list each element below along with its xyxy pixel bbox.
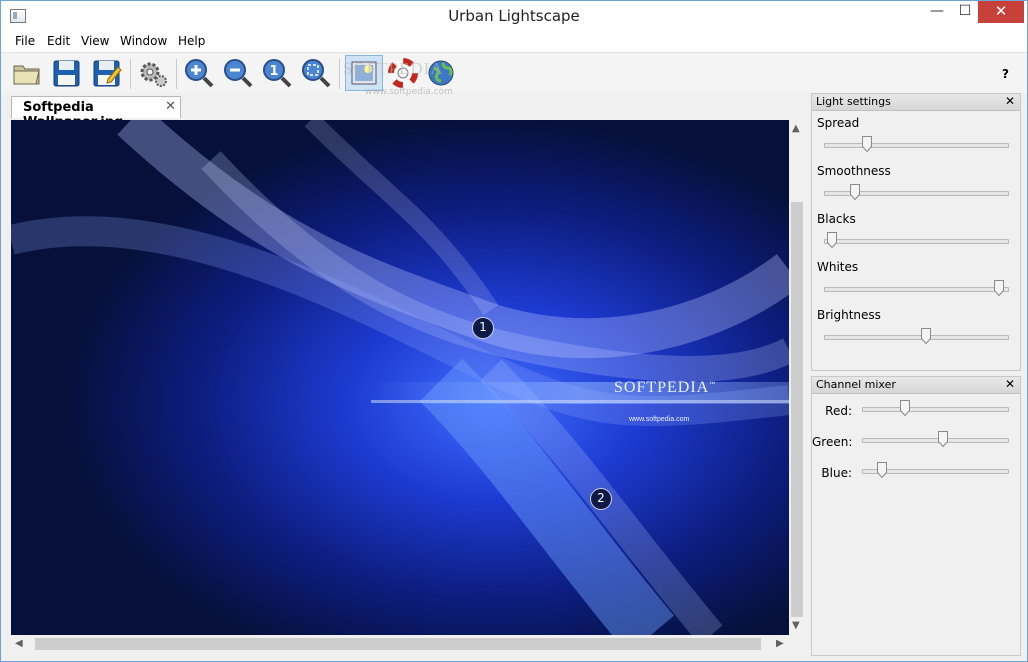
channel-slider-label: Blue:: [821, 466, 852, 480]
document-tab[interactable]: Softpedia Wallpaper.jpg ✕: [11, 96, 181, 130]
slider-thumb[interactable]: [920, 328, 931, 345]
channel-slider-track[interactable]: [862, 407, 1009, 412]
document-area: Softpedia Wallpaper.jpg ✕: [9, 94, 807, 656]
slider-thumb[interactable]: [862, 136, 873, 153]
light-settings-title: Light settings: [816, 95, 891, 108]
channel-mixer-panel: Channel mixer ✕ Red: Green: Blue:: [811, 376, 1021, 656]
light-settings-panel: Light settings ✕ Spread Smoothness Blacks W…: [811, 93, 1021, 371]
light-marker-1[interactable]: 1: [472, 317, 494, 339]
slider-label: Brightness: [817, 308, 881, 322]
toolbar: 1 ?: [1, 53, 1027, 93]
scroll-right-icon[interactable]: ▶: [776, 638, 784, 649]
slider-track[interactable]: [824, 287, 1009, 292]
slider-track[interactable]: [824, 239, 1009, 244]
vertical-scroll-thumb[interactable]: [791, 202, 803, 617]
channel-slider-label: Red:: [825, 404, 852, 418]
menu-help[interactable]: Help: [178, 34, 205, 48]
channel-slider-label: Green:: [812, 435, 853, 449]
zoom-actual-size-icon[interactable]: 1: [261, 57, 293, 89]
toolbar-separator: [130, 59, 131, 89]
save-icon[interactable]: [51, 57, 83, 89]
minimize-button[interactable]: —: [923, 1, 951, 23]
channel-slider-thumb[interactable]: [876, 462, 887, 479]
channel-mixer-header: Channel mixer ✕: [812, 377, 1020, 394]
save-as-icon[interactable]: [91, 57, 123, 89]
zoom-fit-icon[interactable]: [300, 57, 332, 89]
channel-slider-thumb[interactable]: [899, 400, 910, 417]
channel-mixer-title: Channel mixer: [816, 378, 896, 391]
scroll-left-icon[interactable]: ◀: [15, 638, 23, 649]
slider-label: Blacks: [817, 212, 856, 226]
horizontal-scrollbar[interactable]: ◀ ▶: [11, 635, 789, 652]
menu-view[interactable]: View: [81, 34, 109, 48]
tab-close-icon[interactable]: ✕: [165, 99, 176, 114]
watermark-logo: SOFTPEDIA: [343, 59, 444, 78]
image-brand-text: SOFTPEDIA™: [614, 379, 717, 396]
wallpaper-image: [11, 120, 789, 635]
light-settings-header: Light settings ✕: [812, 94, 1020, 111]
slider-track[interactable]: [824, 335, 1009, 340]
slider-label: Smoothness: [817, 164, 891, 178]
window-title: Urban Lightscape: [448, 7, 580, 25]
vertical-scrollbar[interactable]: ▲ ▼: [789, 120, 805, 635]
menu-bar: File Edit View Window Help: [1, 31, 1027, 53]
slider-track[interactable]: [824, 143, 1009, 148]
slider-thumb[interactable]: [993, 280, 1004, 297]
image-url-text: www.softpedia.com: [629, 416, 690, 423]
maximize-button[interactable]: ☐: [951, 1, 979, 23]
zoom-out-icon[interactable]: [222, 57, 254, 89]
menu-file[interactable]: File: [15, 34, 35, 48]
channel-slider-thumb[interactable]: [937, 431, 948, 448]
open-folder-icon[interactable]: [11, 57, 43, 89]
scroll-up-icon[interactable]: ▲: [792, 123, 800, 134]
menu-window[interactable]: Window: [120, 34, 167, 48]
close-button[interactable]: ✕: [978, 1, 1024, 23]
help-button[interactable]: ?: [1002, 67, 1009, 81]
zoom-in-icon[interactable]: [183, 57, 215, 89]
slider-thumb[interactable]: [849, 184, 860, 201]
horizontal-scroll-thumb[interactable]: [35, 638, 761, 650]
channel-slider-track[interactable]: [862, 438, 1009, 443]
toolbar-separator: [176, 59, 177, 89]
image-canvas[interactable]: 1 2 SOFTPEDIA™ www.softpedia.com: [11, 120, 789, 635]
settings-gear-icon[interactable]: [137, 57, 169, 89]
light-settings-close-icon[interactable]: ✕: [1005, 94, 1015, 108]
menu-edit[interactable]: Edit: [47, 34, 70, 48]
channel-mixer-close-icon[interactable]: ✕: [1005, 377, 1015, 391]
slider-thumb[interactable]: [827, 232, 838, 249]
title-bar[interactable]: Urban Lightscape — ☐ ✕: [1, 1, 1027, 31]
scroll-down-icon[interactable]: ▼: [792, 620, 800, 631]
app-window: Urban Lightscape — ☐ ✕ File Edit View Wi…: [0, 0, 1028, 662]
slider-label: Whites: [817, 260, 859, 274]
svg-text:1: 1: [269, 64, 278, 79]
toolbar-separator: [339, 59, 340, 89]
slider-label: Spread: [817, 116, 860, 130]
light-marker-2[interactable]: 2: [590, 488, 612, 510]
